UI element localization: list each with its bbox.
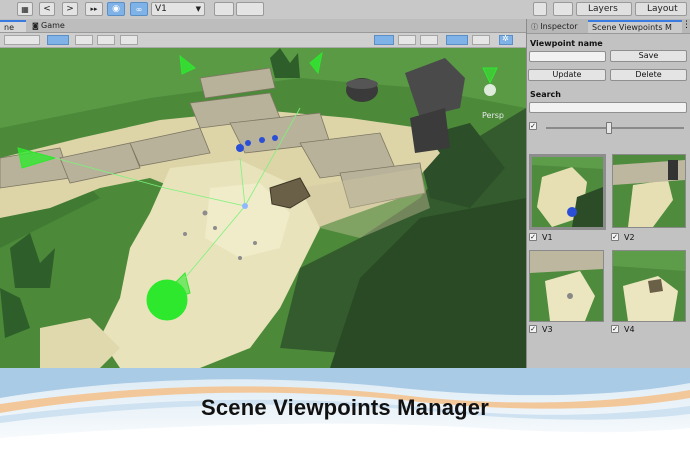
tab-inspector[interactable]: ⓘ Inspector [527,20,587,33]
main-toolbar: ▦ < > ▸▸ ◉ ∞ V1 ▼ Layers Layout [0,0,690,20]
chevron-down-icon: ▼ [195,5,201,13]
scene-tab-bar: ne ◙ Game [0,19,526,33]
eye-icon: ◉ [112,4,120,14]
show-all-checkbox[interactable]: ✓ [529,122,537,130]
scene-tool-button-2[interactable] [420,35,438,45]
viewpoint-v2-checkbox[interactable]: ✓ [611,233,619,241]
layers-dropdown[interactable]: Layers [576,2,632,16]
info-icon: ⓘ [531,23,541,31]
audio-toggle[interactable] [97,35,115,45]
viewpoint-preview-v1 [532,157,603,227]
viewpoint-v2-label: V2 [624,233,635,242]
thumbnail-size-slider[interactable] [546,127,684,129]
scene-settings-button[interactable]: ✲ [499,34,513,45]
tab-scene[interactable]: ne [0,20,26,32]
prev-button[interactable]: < [39,2,55,16]
play-button[interactable]: > [62,2,78,16]
viewpoint-v4-label: V4 [624,325,635,334]
viewpoint-v1-checkbox[interactable]: ✓ [529,233,537,241]
search-label: Search [530,90,561,99]
viewpoint-preview-v3 [530,251,603,321]
scene-viewport[interactable]: Persp [0,48,526,368]
more-icon[interactable]: ⋮ [682,20,690,30]
effects-toggle[interactable] [120,35,138,45]
search-input[interactable] [529,102,687,113]
layout-dropdown[interactable]: Layout [635,2,687,16]
lighting-toggle[interactable] [75,35,93,45]
link-icon: ∞ [135,4,143,14]
viewpoint-name-label: Viewpoint name [530,39,603,48]
scene-tool-button-3[interactable] [472,35,490,45]
account-button[interactable] [553,2,573,16]
grid-icon: ▦ [21,4,29,14]
perspective-label: Persp [482,111,504,120]
link-toggle[interactable]: ∞ [130,2,148,16]
step-button[interactable]: ▸▸ [85,2,103,16]
viewpoint-thumbnail-v1[interactable] [529,154,606,230]
panel-tab-bar: ⓘ Inspector Scene Viewpoints M ⋮ [527,19,690,34]
slider-handle[interactable] [606,122,612,134]
viewpoint-thumbnail-v3[interactable] [529,250,604,322]
delete-button[interactable]: Delete [610,69,687,81]
viewpoint-thumbnail-v4[interactable] [612,250,686,322]
2d-toggle[interactable] [47,35,69,45]
toolbar-blank-button-1[interactable] [214,2,234,16]
viewpoint-select[interactable]: V1 ▼ [151,2,205,16]
game-icon: ◙ [32,22,42,30]
scene-tool-button-1[interactable] [398,35,416,45]
toolbar-blank-button-2[interactable] [236,2,264,16]
viewpoint-v4-checkbox[interactable]: ✓ [611,325,619,333]
viewpoint-name-input[interactable] [529,51,606,62]
grid-snap-button[interactable]: ▦ [17,2,33,16]
scene-visibility-toggle[interactable] [446,35,468,45]
update-button[interactable]: Update [528,69,606,81]
shading-mode-button[interactable] [4,35,40,45]
gizmos-toggle[interactable] [374,35,394,45]
gear-icon: ✲ [502,34,509,43]
tab-scene-viewpoints[interactable]: Scene Viewpoints M [588,20,682,33]
visibility-toggle[interactable]: ◉ [107,2,125,16]
viewpoint-thumbnail-v2[interactable] [612,154,686,228]
scene-render [0,48,526,368]
save-button[interactable]: Save [610,50,687,62]
viewpoint-v1-label: V1 [542,233,553,242]
banner-title: Scene Viewpoints Manager [200,395,490,420]
viewpoint-preview-v2 [613,155,685,227]
cloud-button[interactable] [533,2,547,16]
viewpoint-preview-v4 [613,251,685,321]
viewpoint-v3-label: V3 [542,325,553,334]
tab-game[interactable]: ◙ Game [28,20,78,32]
scene-view-toolbar: ✲ [0,33,526,48]
viewpoint-v3-checkbox[interactable]: ✓ [529,325,537,333]
